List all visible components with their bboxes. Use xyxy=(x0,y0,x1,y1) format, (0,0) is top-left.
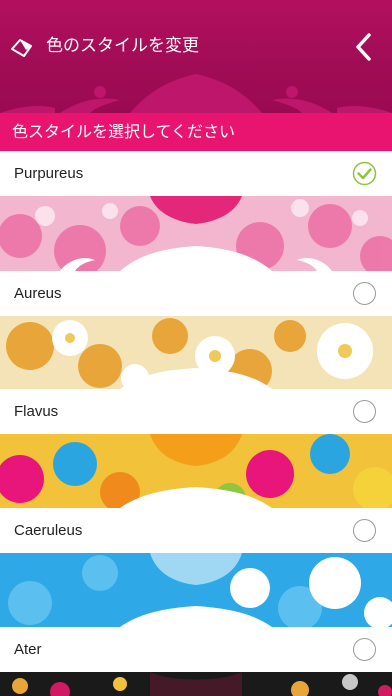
radio-button[interactable] xyxy=(353,400,376,423)
style-option-flavus[interactable]: Flavus xyxy=(0,389,392,434)
flavus-preview xyxy=(0,434,392,508)
chevron-left-icon[interactable] xyxy=(350,30,380,64)
radio-button[interactable] xyxy=(353,519,376,542)
palette-icon xyxy=(11,39,32,57)
section-title: 色スタイルを選択してください xyxy=(0,113,392,151)
caeruleus-preview xyxy=(0,553,392,627)
style-option-label: Aureus xyxy=(14,285,62,302)
style-option-label: Purpureus xyxy=(14,165,84,182)
style-option-caeruleus[interactable]: Caeruleus xyxy=(0,508,392,553)
page-title: 色のスタイルを変更 xyxy=(46,36,199,56)
ater-preview xyxy=(0,672,392,696)
style-option-ater[interactable]: Ater xyxy=(0,627,392,672)
purpureus-preview xyxy=(0,196,392,271)
style-option-label: Flavus xyxy=(14,403,59,420)
radio-button[interactable] xyxy=(353,638,376,661)
style-option-label: Ater xyxy=(14,641,42,658)
app-header: 色のスタイルを変更 xyxy=(0,0,392,113)
style-option-purpureus[interactable]: Purpureus xyxy=(0,151,392,196)
aureus-preview xyxy=(0,316,392,389)
style-option-label: Caeruleus xyxy=(14,522,83,539)
header-ornament xyxy=(0,74,392,113)
style-option-aureus[interactable]: Aureus xyxy=(0,271,392,316)
checkmark-circle-icon xyxy=(352,161,377,186)
radio-button[interactable] xyxy=(353,282,376,305)
